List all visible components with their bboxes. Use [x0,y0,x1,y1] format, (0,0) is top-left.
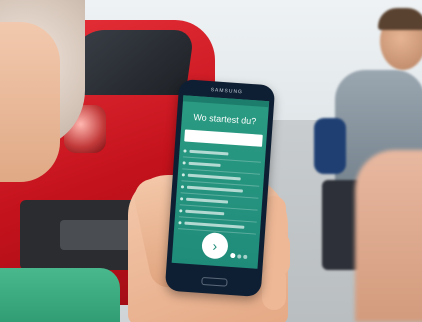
start-location-input[interactable] [184,129,263,147]
finger [262,266,286,310]
chevron-right-icon: › [212,237,218,254]
home-button[interactable] [201,276,228,287]
location-pin-icon [183,149,187,153]
list-item-text [188,161,221,167]
list-item-text [186,197,229,204]
pager-dot [237,254,242,259]
list-item-text [185,209,225,216]
status-bar [182,95,270,108]
photo-scene: SAMSUNG Wo startest du? › [0,0,422,322]
location-pin-icon [178,221,182,225]
foreground-woman-face [0,22,60,182]
foreground-woman-shirt [0,268,120,322]
list-item-text [184,221,245,229]
phone-screen: Wo startest du? › [171,95,270,269]
screen-title: Wo startest du? [193,111,257,127]
suggestion-list [174,147,266,235]
smartphone: SAMSUNG Wo startest du? › [164,78,276,298]
pager-dots [230,245,250,264]
foreground-blur-right [355,150,422,322]
location-pin-icon [181,173,185,177]
location-pin-icon [179,209,183,213]
list-item-text [186,185,243,193]
pager-dot [230,252,236,259]
list-item-text [189,149,229,156]
next-button[interactable]: › [201,231,229,260]
background-person-hair [378,8,422,30]
location-pin-icon [182,161,186,165]
location-pin-icon [180,185,185,189]
pager-dot [243,254,248,260]
background-person-bag [314,118,346,174]
list-item-text [187,173,241,181]
location-pin-icon [180,197,184,201]
